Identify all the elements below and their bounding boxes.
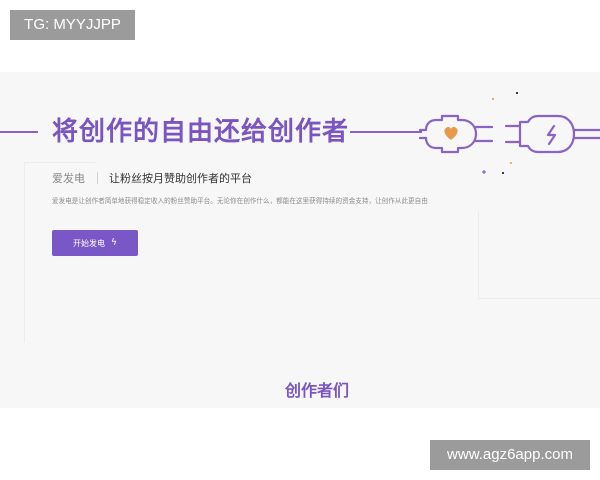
brand-tagline: 让粉丝按月赞助创作者的平台	[109, 172, 252, 185]
hero-banner: 将创作的自由还给创作者 爱发电 让粉丝按月赞助创作者的平台 爱发电是让创作者简单…	[0, 72, 600, 408]
brand-divider	[97, 172, 98, 184]
decorative-frame-right	[478, 212, 600, 299]
start-button-label: 开始发电	[73, 238, 106, 248]
title-line-left	[0, 131, 38, 133]
brand-name: 爱发电	[52, 172, 85, 185]
title-line-right	[350, 131, 422, 133]
watermark-bottom-right: www.agz6app.com	[430, 440, 590, 470]
watermark-top-left: TG: MYYJJPP	[10, 10, 135, 40]
lightning-icon: ϟ	[111, 237, 117, 248]
start-powering-button[interactable]: 开始发电 ϟ	[52, 230, 138, 256]
hero-title: 将创作的自由还给创作者	[52, 117, 350, 147]
brand-row: 爱发电 让粉丝按月赞助创作者的平台	[52, 170, 252, 186]
creators-section-title: 创作者们	[284, 381, 349, 400]
plug-socket-illustration	[418, 92, 600, 174]
page: 将创作的自由还给创作者 爱发电 让粉丝按月赞助创作者的平台 爱发电是让创作者简单…	[0, 0, 600, 480]
hero-description: 爱发电是让创作者简单地获得稳定收入的粉丝赞助平台。无论你在创作什么，都能在这里获…	[52, 197, 428, 205]
